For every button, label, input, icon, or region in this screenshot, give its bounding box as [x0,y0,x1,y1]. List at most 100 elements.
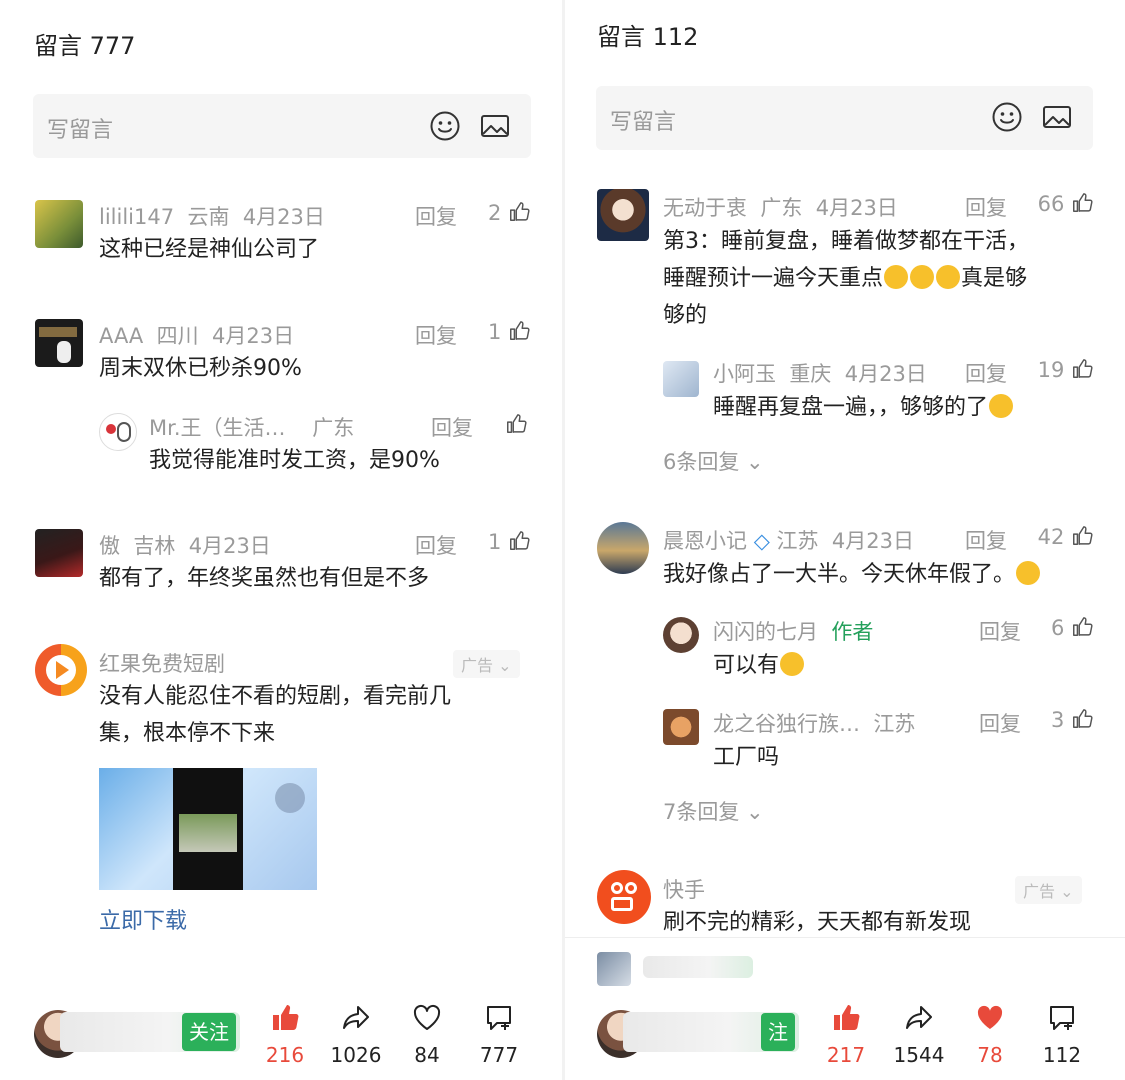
avatar[interactable] [663,709,699,745]
comment-input[interactable]: 写留言 [596,86,1093,150]
comment-date: 4月23日 [212,324,295,348]
expand-replies-button[interactable]: 6条回复 ⌄ [663,446,764,476]
comment-action[interactable]: 777 [474,1002,524,1067]
comment-text: 我好像占了一大半。今天休年假了。 [663,556,1041,593]
follow-button[interactable]: 注 [761,1013,795,1051]
comment-location: 云南 [187,205,230,229]
like-button[interactable]: 6 [1027,616,1093,640]
reply-item: 闪闪的七月 作者 回复 6 可以有 [663,613,1103,683]
avatar[interactable] [99,413,137,451]
comment-username[interactable]: lilili147 [99,205,174,229]
image-icon[interactable] [479,110,511,142]
comment-username[interactable]: AAA [99,324,143,348]
comment-location: 广东 [760,196,803,220]
comment-text: 这种已经是神仙公司了 [99,237,320,262]
comment-input[interactable]: 写留言 [33,94,531,158]
comment-meta: 晨恩小记 ◇ 江苏 4月23日 [663,525,914,555]
like-button[interactable]: 1 [480,530,530,554]
comment-action[interactable]: 112 [1037,1002,1087,1067]
like-action[interactable]: 217 [823,1002,869,1067]
comment-item: 无动于衷 广东 4月23日 回复 66 第3：睡前复盘，睡着做梦都在干活， 睡醒… [597,189,1097,329]
heart-icon [411,1002,443,1034]
ad-item[interactable]: 红果免费短剧 广告 ⌄ 没有人能忍住不看的短剧，看完前几 集，根本停不下来 立即… [35,644,535,944]
reply-meta: 闪闪的七月 作者 [713,616,873,646]
reply-button[interactable]: 回复 [415,530,457,560]
kuaishou-logo-icon[interactable] [597,870,651,924]
reply-button[interactable]: 回复 [415,320,457,350]
avatar[interactable] [597,522,649,574]
author-badge: 作者 [831,620,874,644]
share-action[interactable]: 1544 [889,1002,949,1067]
image-icon[interactable] [1041,101,1073,133]
emoji-icon[interactable] [429,110,461,142]
reply-text-content: 可以有 [713,653,780,678]
comment-username[interactable]: 傲 [99,534,120,558]
heart-icon [974,1002,1006,1034]
like-button[interactable]: 66 [1027,192,1093,216]
avatar[interactable] [663,361,699,397]
like-button[interactable]: 3 [1027,708,1093,732]
reply-meta: Mr.王（生活… 广东 [149,412,354,442]
thumbs-up-icon[interactable] [505,413,527,435]
reply-button[interactable]: 回复 [979,708,1021,738]
avatar[interactable] [35,200,83,248]
comment-username[interactable]: 晨恩小记 [663,529,747,553]
name-blurred [643,956,753,978]
avatar[interactable] [35,529,83,577]
exit-icon[interactable] [275,783,305,813]
reply-button[interactable]: 回复 [965,192,1007,222]
avatar[interactable] [597,189,649,241]
comment-date: 4月23日 [242,205,325,229]
reply-button[interactable]: 回复 [979,616,1021,646]
reply-username[interactable]: Mr.王（生活… [149,416,286,440]
laugh-cry-emoji-icon [884,265,909,289]
thumbs-up-icon [269,1002,301,1034]
download-link[interactable]: 立即下载 [99,903,187,935]
comment-text-line1: 第3：睡前复盘，睡着做梦都在干活， [663,229,1029,254]
share-icon [903,1002,935,1034]
thumbs-up-icon [1071,525,1093,547]
reply-text: 睡醒再复盘一遍，，够够的了 [713,389,1014,426]
ad-name[interactable]: 红果免费短剧 [99,648,225,678]
thumbs-up-icon [830,1002,862,1034]
ad-tag[interactable]: 广告 ⌄ [453,650,520,678]
reply-username[interactable]: 龙之谷独行族… [713,712,860,736]
favorite-count: 78 [977,1043,1003,1067]
comment-meta: AAA 四川 4月23日 [99,320,294,350]
favorite-action[interactable]: 84 [404,1002,450,1067]
like-button[interactable]: 1 [480,320,530,344]
comment-username[interactable]: 无动于衷 [663,196,747,220]
like-button[interactable]: 2 [480,201,530,225]
favorite-count: 84 [414,1043,440,1067]
reply-button[interactable]: 回复 [431,412,473,442]
comment-text-line2a: 睡醒预计一遍今天重点 [663,266,884,291]
avatar[interactable] [663,617,699,653]
like-button[interactable]: 19 [1027,358,1093,382]
ad-tag[interactable]: 广告 ⌄ [1015,876,1082,904]
ad-image[interactable] [99,768,317,890]
ad-name[interactable]: 快手 [663,874,705,904]
favorite-action[interactable]: 78 [967,1002,1013,1067]
expand-replies-button[interactable]: 7条回复 ⌄ [663,796,764,826]
ad-text-line1: 没有人能忍住不看的短剧，看完前几 [99,684,452,709]
avatar[interactable] [35,319,83,367]
laugh-cry-emoji-icon [1016,561,1041,585]
comment-item: 傲 吉林 4月23日 回复 1 都有了，年终奖虽然也有但是不多 [35,527,535,607]
avatar[interactable] [597,952,631,986]
follow-button[interactable]: 关注 [182,1013,236,1051]
share-action[interactable]: 1026 [328,1002,384,1067]
like-count: 6 [1050,616,1065,640]
reply-button[interactable]: 回复 [965,358,1007,388]
like-action[interactable]: 216 [262,1002,308,1067]
reply-button[interactable]: 回复 [415,201,457,231]
reply-username[interactable]: 闪闪的七月 [713,620,818,644]
emoji-icon[interactable] [991,101,1023,133]
reply-meta: 龙之谷独行族… 江苏 [713,708,915,738]
ad-app-logo[interactable] [35,644,87,696]
like-button[interactable]: 42 [1027,525,1093,549]
share-count: 1544 [893,1043,945,1067]
reply-button[interactable]: 回复 [965,525,1007,555]
ad-item[interactable]: 快手 广告 ⌄ 刷不完的精彩，天天都有新发现 [597,870,1097,940]
reply-username[interactable]: 小阿玉 [713,362,776,386]
left-comment-panel: 留言 777 写留言 lilili147 云南 4月23日 回复 2 这种已经是… [0,0,562,1080]
